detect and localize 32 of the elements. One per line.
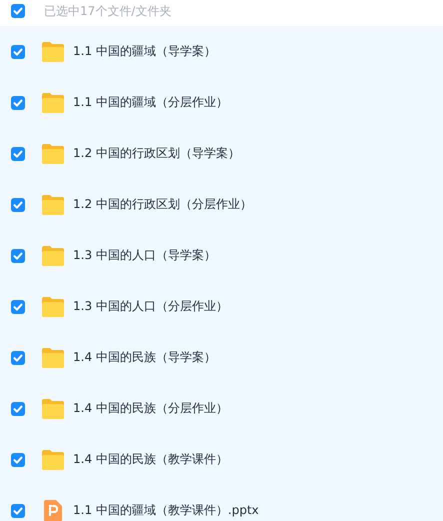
checkbox[interactable] bbox=[11, 300, 25, 314]
folder-icon bbox=[41, 244, 65, 266]
checkbox[interactable] bbox=[11, 402, 25, 416]
checkbox[interactable] bbox=[11, 44, 25, 58]
folder-icon bbox=[41, 142, 65, 164]
checkbox[interactable] bbox=[11, 504, 25, 518]
checkbox[interactable] bbox=[11, 350, 25, 364]
file-name[interactable]: 1.3 中国的人口（导学案） bbox=[73, 247, 216, 264]
file-name[interactable]: 1.3 中国的人口（分层作业） bbox=[73, 298, 228, 315]
selection-count: 已选中17个文件/文件夹 bbox=[44, 2, 172, 20]
file-name[interactable]: 1.1 中国的疆域（教学课件）.pptx bbox=[73, 502, 259, 519]
file-name[interactable]: 1.4 中国的民族（导学案） bbox=[73, 349, 216, 366]
checkbox[interactable] bbox=[11, 198, 25, 212]
file-name[interactable]: 1.4 中国的民族（教学课件） bbox=[73, 451, 228, 468]
folder-icon bbox=[41, 92, 65, 114]
folder-icon bbox=[41, 346, 65, 368]
file-name[interactable]: 1.1 中国的疆域（分层作业） bbox=[73, 94, 228, 111]
checkbox[interactable] bbox=[11, 452, 25, 466]
checkbox[interactable] bbox=[11, 248, 25, 262]
file-name[interactable]: 1.4 中国的民族（分层作业） bbox=[73, 400, 228, 417]
presentation-file-icon bbox=[41, 500, 65, 521]
folder-icon bbox=[41, 40, 65, 62]
folder-icon bbox=[41, 296, 65, 318]
file-name[interactable]: 1.2 中国的行政区划（分层作业） bbox=[73, 196, 252, 213]
checkbox[interactable] bbox=[11, 4, 25, 18]
folder-icon bbox=[41, 398, 65, 420]
checkbox[interactable] bbox=[11, 96, 25, 110]
file-name[interactable]: 1.2 中国的行政区划（导学案） bbox=[73, 145, 240, 162]
file-name[interactable]: 1.1 中国的疆域（导学案） bbox=[73, 43, 216, 60]
folder-icon bbox=[41, 448, 65, 470]
folder-icon bbox=[41, 194, 65, 216]
checkbox[interactable] bbox=[11, 146, 25, 160]
